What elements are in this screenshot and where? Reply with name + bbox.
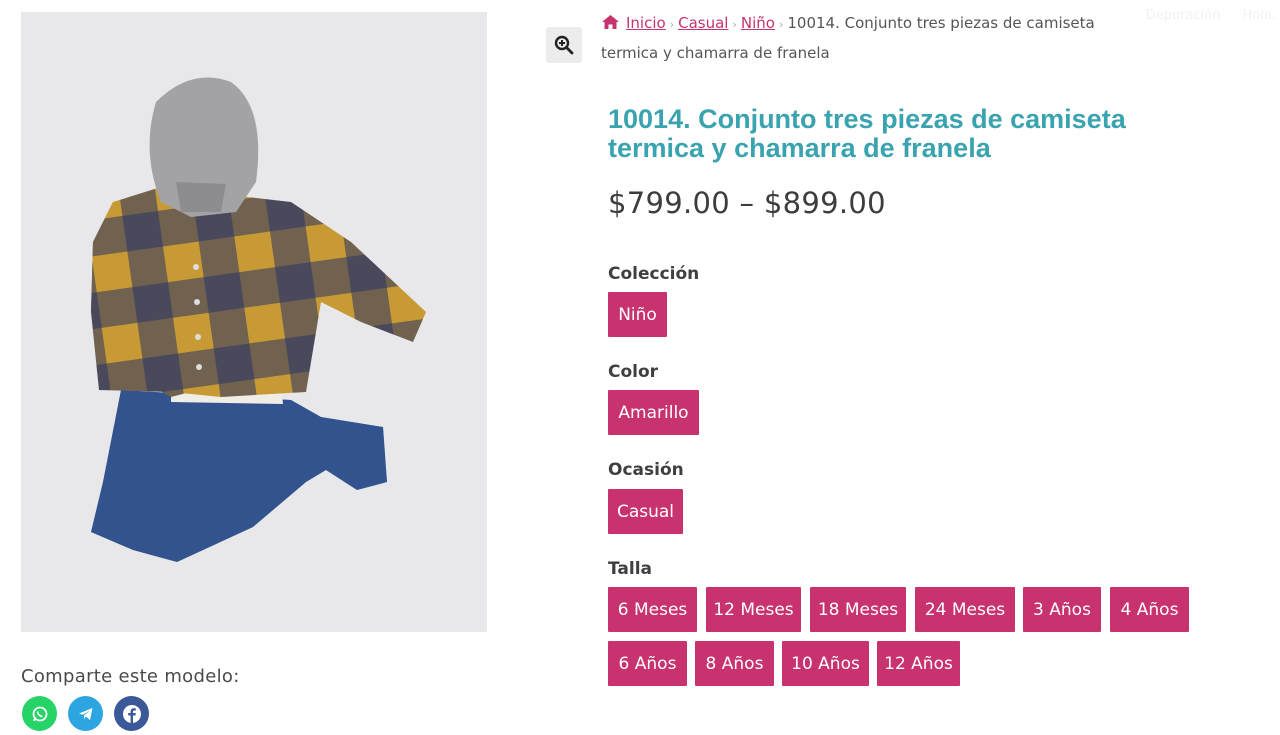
- telegram-icon: [78, 707, 92, 720]
- share-label: Comparte este modelo:: [21, 666, 240, 687]
- price-range: $799.00 – $899.00: [608, 186, 886, 220]
- talla-chip[interactable]: 8 Años: [695, 641, 774, 686]
- breadcrumb-separator: ›: [732, 18, 737, 31]
- top-links: Depuración Hola,: [1128, 8, 1276, 23]
- breadcrumb-subcategory-link[interactable]: Niño: [741, 14, 775, 32]
- telegram-share-button[interactable]: [68, 696, 103, 731]
- zoom-button[interactable]: [546, 27, 582, 63]
- talla-chip[interactable]: 12 Años: [877, 641, 960, 686]
- breadcrumb: Inicio › Casual › Niño › 10014. Conjunto tres …: [601, 9, 1121, 67]
- breadcrumb-category-link[interactable]: Casual: [678, 14, 728, 32]
- product-image[interactable]: [21, 12, 487, 632]
- talla-chip[interactable]: 6 Meses: [608, 587, 697, 632]
- color-label: Color: [608, 362, 659, 382]
- talla-chip[interactable]: 12 Meses: [706, 587, 801, 632]
- talla-chip[interactable]: 4 Años: [1110, 587, 1189, 632]
- whatsapp-share-button[interactable]: [22, 696, 57, 731]
- talla-chip[interactable]: 10 Años: [782, 641, 869, 686]
- breadcrumb-separator: ›: [778, 18, 784, 31]
- talla-chip[interactable]: 6 Años: [608, 641, 687, 686]
- ocasion-label: Ocasión: [608, 460, 684, 480]
- color-chip[interactable]: Amarillo: [608, 390, 699, 435]
- talla-chip[interactable]: 3 Años: [1023, 587, 1101, 632]
- breadcrumb-separator: ›: [669, 18, 675, 31]
- facebook-icon: [122, 704, 141, 723]
- zoom-in-icon: [554, 35, 574, 55]
- home-icon: [602, 15, 619, 29]
- facebook-share-button[interactable]: [114, 696, 149, 731]
- ocasion-chip[interactable]: Casual: [608, 489, 683, 534]
- greeting-link[interactable]: Hola,: [1243, 8, 1276, 23]
- whatsapp-icon: [32, 706, 47, 721]
- talla-chip[interactable]: 18 Meses: [810, 587, 906, 632]
- coleccion-label: Colección: [608, 264, 700, 284]
- product-title: 10014. Conjunto tres piezas de camiseta …: [608, 104, 1126, 163]
- breadcrumb-current: 10014. Conjunto tres piezas de camiseta …: [601, 14, 1095, 62]
- coleccion-chip[interactable]: Niño: [608, 292, 667, 337]
- talla-label: Talla: [608, 559, 653, 579]
- breadcrumb-home-link[interactable]: Inicio: [626, 14, 666, 32]
- debug-link[interactable]: Depuración: [1146, 8, 1221, 23]
- talla-chip[interactable]: 24 Meses: [915, 587, 1015, 632]
